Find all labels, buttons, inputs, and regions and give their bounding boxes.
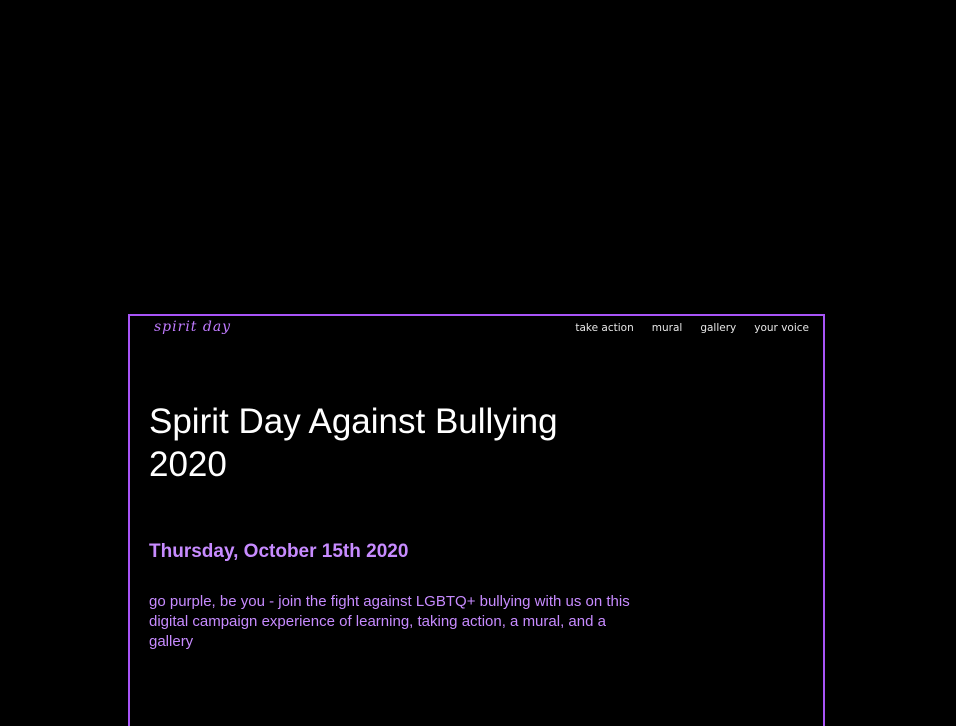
nav-link-your-voice[interactable]: your voice — [754, 322, 809, 334]
hero-title: Spirit Day Against Bullying 2020 — [149, 402, 558, 484]
nav-link-take-action[interactable]: take action — [575, 322, 633, 334]
top-navigation: spirit day take action mural gallery you… — [130, 316, 823, 344]
event-date: Thursday, October 15th 2020 — [149, 541, 409, 562]
site-logo[interactable]: spirit day — [154, 319, 231, 335]
nav-link-gallery[interactable]: gallery — [700, 322, 736, 334]
hero-description: go purple, be you - join the fight again… — [149, 593, 630, 650]
site-frame: spirit day take action mural gallery you… — [128, 314, 825, 726]
nav-link-mural[interactable]: mural — [652, 322, 683, 334]
nav-links: take action mural gallery your voice — [575, 322, 809, 334]
